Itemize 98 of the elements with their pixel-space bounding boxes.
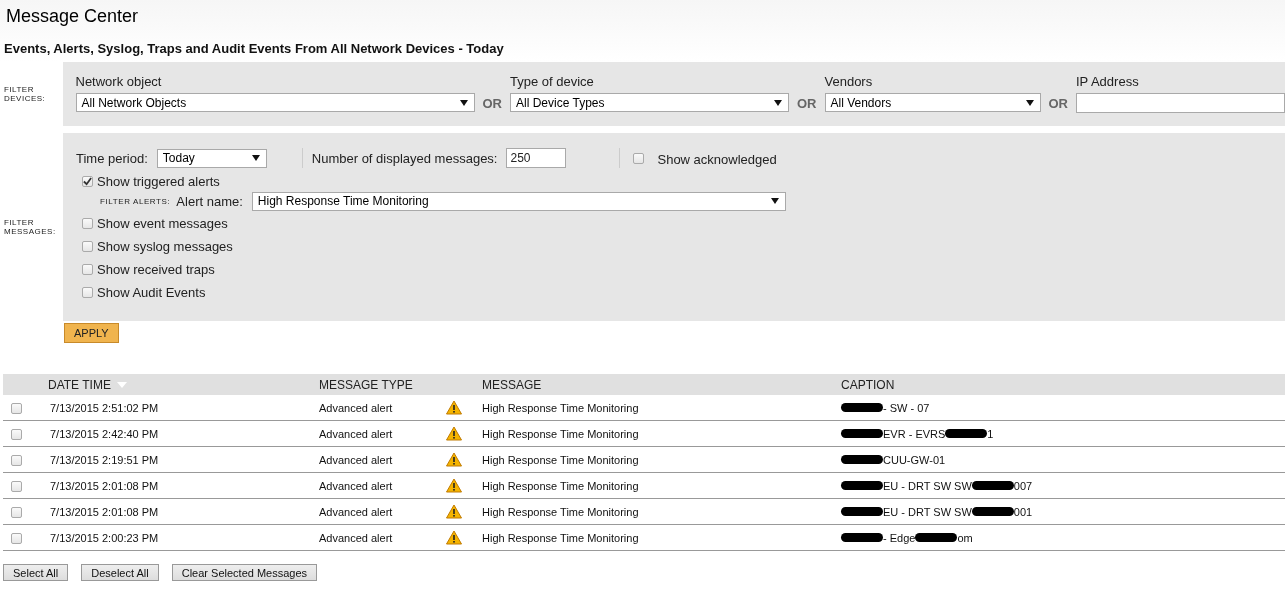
action-button[interactable]: Deselect All <box>81 564 159 581</box>
field-label: IP Address <box>1076 74 1140 89</box>
caption-text: om <box>957 531 973 544</box>
caret-icon <box>770 198 779 204</box>
caret-icon <box>1025 99 1034 106</box>
page-subtitle: Events, Alerts, Syslog, Traps and Audit Events From All Network Devices - Today <box>3 40 505 58</box>
field-label: Type of device <box>510 74 595 89</box>
checkbox[interactable] <box>633 152 645 164</box>
field-label: Alert name: <box>176 193 243 209</box>
checkbox[interactable] <box>11 428 22 440</box>
caption-text: 007 <box>1013 479 1033 492</box>
column-header[interactable]: CAPTION <box>841 377 895 392</box>
checkbox-label: Show triggered alerts <box>97 174 220 189</box>
redaction-mark <box>841 481 883 490</box>
field-label: Network object <box>75 74 163 89</box>
input-field[interactable] <box>1076 93 1285 113</box>
checkbox[interactable] <box>11 532 22 544</box>
field-label: Vendors <box>824 74 874 89</box>
table-cell: High Response Time Monitoring <box>482 505 639 518</box>
or-label: OR <box>1047 95 1069 111</box>
checkbox[interactable] <box>11 454 22 466</box>
table-cell: High Response Time Monitoring <box>482 401 639 414</box>
field-label: Number of displayed messages: <box>311 150 498 166</box>
table-cell: Advanced alert <box>319 401 393 414</box>
caret-icon <box>774 99 782 106</box>
table-cell: Advanced alert <box>319 479 393 492</box>
table-cell: High Response Time Monitoring <box>482 479 639 492</box>
filter-label: FILTER MESSAGES: <box>3 218 57 236</box>
redaction-mark <box>971 507 1014 516</box>
caption-text: - Edge <box>883 531 916 544</box>
checkbox-label: Show syslog messages <box>97 239 233 254</box>
redaction-mark <box>841 507 883 516</box>
table-cell: Advanced alert <box>319 453 393 466</box>
table-cell: High Response Time Monitoring <box>482 531 639 544</box>
caption-text: CUU-GW-01 <box>883 453 946 466</box>
column-header[interactable]: DATE TIME <box>48 377 111 392</box>
checkbox[interactable] <box>82 287 93 298</box>
table-cell: 7/13/2015 2:19:51 PM <box>50 453 159 466</box>
warning-icon <box>446 478 462 493</box>
warning-icon <box>446 400 462 415</box>
checkbox[interactable] <box>11 506 22 518</box>
caption-text: EU - DRT SW SW <box>883 479 972 492</box>
checkbox[interactable] <box>82 241 93 252</box>
table-cell: 7/13/2015 2:00:23 PM <box>50 531 159 544</box>
table-cell: Advanced alert <box>319 427 393 440</box>
action-button[interactable]: Clear Selected Messages <box>171 564 318 581</box>
caption-text: 1 <box>987 427 994 440</box>
redaction-mark <box>945 429 988 438</box>
redaction-mark <box>841 429 883 438</box>
warning-icon <box>446 504 462 519</box>
table-cell: Advanced alert <box>319 505 393 518</box>
table-cell: 7/13/2015 2:01:08 PM <box>50 479 159 492</box>
apply-button[interactable]: APPLY <box>64 323 119 343</box>
caption-text: EVR - EVRS <box>883 427 946 440</box>
column-header[interactable]: MESSAGE TYPE <box>319 377 413 392</box>
caption-text: - SW - 07 <box>883 401 930 414</box>
table-cell: High Response Time Monitoring <box>482 427 639 440</box>
redaction-mark <box>841 403 883 412</box>
caret-icon <box>459 99 468 106</box>
action-button[interactable]: Select All <box>3 564 69 581</box>
checkbox-label: Show acknowledged <box>657 152 777 167</box>
table-cell: High Response Time Monitoring <box>482 453 639 466</box>
checked-checkbox[interactable] <box>82 176 93 187</box>
checkbox-label: Show Audit Events <box>97 285 206 300</box>
checkbox[interactable] <box>82 264 93 275</box>
warning-icon <box>446 426 462 441</box>
caret-icon <box>251 155 260 161</box>
number-field[interactable]: 250 <box>506 148 567 168</box>
column-header[interactable]: MESSAGE <box>482 377 542 392</box>
warning-icon <box>446 530 462 545</box>
or-label: OR <box>481 95 503 111</box>
checkbox-label: Show event messages <box>97 216 228 231</box>
checkbox-label: Show received traps <box>97 262 215 277</box>
dropdown[interactable]: All Network Objects <box>75 93 475 112</box>
caption-text: 001 <box>1013 505 1033 518</box>
table-cell: 7/13/2015 2:01:08 PM <box>50 505 159 518</box>
field-label: Time period: <box>76 150 148 166</box>
checkbox[interactable] <box>11 402 22 414</box>
table-cell: 7/13/2015 2:51:02 PM <box>50 401 159 414</box>
dropdown[interactable]: High Response Time Monitoring <box>251 191 786 211</box>
redaction-mark <box>841 533 883 542</box>
table-cell: 7/13/2015 2:42:40 PM <box>50 427 159 440</box>
redaction-mark <box>915 533 958 542</box>
warning-icon <box>446 452 462 467</box>
checkbox[interactable] <box>82 218 93 229</box>
table-cell: Advanced alert <box>319 531 393 544</box>
page-title: Message Center <box>5 5 140 28</box>
filter-label: FILTER ALERTS: <box>100 196 171 206</box>
check-icon <box>83 177 92 186</box>
dropdown[interactable]: All Vendors <box>824 93 1041 112</box>
checkbox[interactable] <box>11 480 22 492</box>
redaction-mark <box>971 481 1014 490</box>
redaction-mark <box>841 455 883 464</box>
filter-label: FILTER DEVICES: <box>3 85 47 103</box>
or-label: OR <box>796 95 818 111</box>
dropdown[interactable]: All Device Types <box>510 93 789 112</box>
caption-text: EU - DRT SW SW <box>883 505 972 518</box>
dropdown[interactable]: Today <box>156 148 267 168</box>
